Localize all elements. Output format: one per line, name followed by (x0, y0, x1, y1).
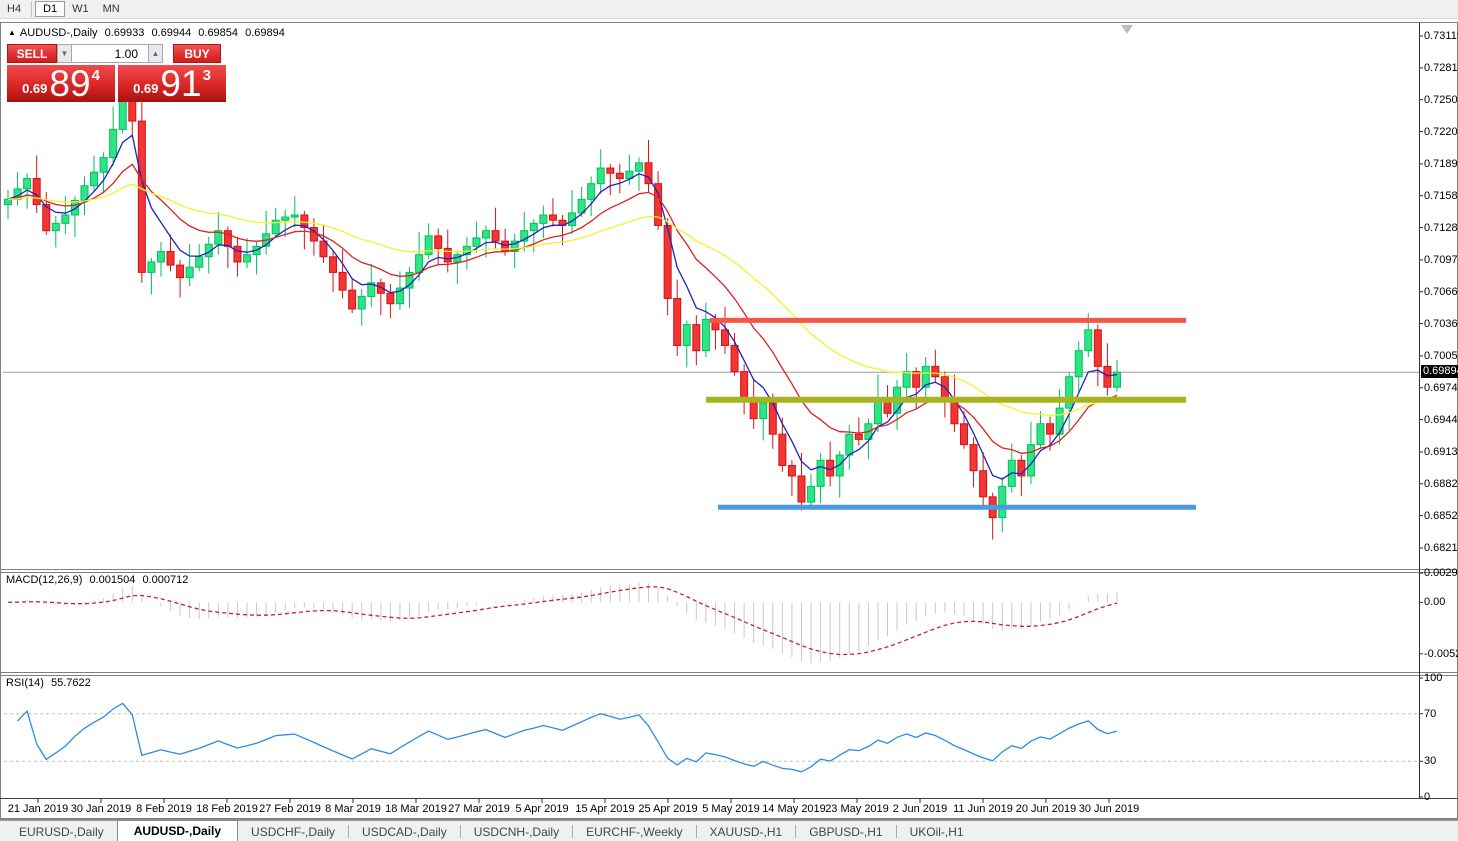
chart-canvas[interactable] (0, 0, 1458, 841)
tab-usdcnh-daily[interactable]: USDCNH-,Daily (461, 822, 572, 841)
date-axis-label: 30 Jun 2019 (1072, 803, 1146, 815)
window-borders (0, 23, 1458, 820)
rsi-axis-label: 30 (1424, 755, 1436, 767)
volume-decrease-button[interactable]: ▼ (57, 44, 72, 63)
timeframe-button-h4[interactable]: H4 (0, 1, 28, 17)
symbol-label: AUDUSD-,Daily (20, 27, 98, 39)
sell-price-big: 89 (49, 69, 90, 99)
tab-gbpusd-h1[interactable]: GBPUSD-,H1 (796, 822, 895, 841)
price-axis-label: 0.72505 (1424, 94, 1458, 106)
rsi-label: RSI(14) 55.7622 (6, 677, 95, 689)
price-axis-label: 0.72200 (1424, 126, 1458, 138)
rsi-axis-label: 70 (1424, 708, 1436, 720)
sell-price-prefix: 0.69 (22, 81, 47, 96)
quote-open: 0.69933 (105, 27, 145, 39)
timeframe-button-d1[interactable]: D1 (35, 1, 65, 17)
timeframe-button-mn[interactable]: MN (96, 1, 127, 17)
chart-title: ▲ AUDUSD-,Daily 0.69933 0.69944 0.69854 0… (8, 27, 289, 39)
macd-axis-label: 0.002984 (1424, 567, 1458, 579)
buy-price-big: 91 (160, 69, 201, 99)
tab-ukoil-h1[interactable]: UKOil-,H1 (897, 822, 977, 841)
quote-close: 0.69894 (245, 27, 285, 39)
price-axis-label: 0.71585 (1424, 190, 1458, 202)
macd-axis-label: 0.00 (1424, 596, 1445, 608)
tab-xauusd-h1[interactable]: XAUUSD-,H1 (697, 822, 796, 841)
buy-price-box[interactable]: 0.69 91 3 (118, 65, 226, 102)
sell-price-box[interactable]: 0.69 89 4 (7, 65, 115, 102)
macd-axis-label: -0.00525 (1424, 648, 1458, 660)
price-axis-label: 0.71280 (1424, 222, 1458, 234)
price-axis-label: 0.69130 (1424, 446, 1458, 458)
timeframe-button-w1[interactable]: W1 (65, 1, 96, 17)
price-axis-label: 0.70970 (1424, 254, 1458, 266)
macd-signal-value: 0.000712 (142, 574, 188, 586)
rsi-value: 55.7622 (51, 677, 91, 689)
buy-button[interactable]: BUY (173, 44, 221, 63)
rsi-axis-label: 0 (1424, 791, 1430, 803)
timeframe-toolbar: H4 D1W1MN (0, 0, 1458, 19)
quote-low: 0.69854 (198, 27, 238, 39)
trading-platform-window: H4 D1W1MN ▲ AUDUSD-,Daily 0.69933 0.69944 … (0, 0, 1458, 841)
tab-audusd-daily[interactable]: AUDUSD-,Daily (117, 820, 238, 841)
price-axis-label: 0.68825 (1424, 478, 1458, 490)
price-axis-label: 0.69440 (1424, 414, 1458, 426)
buy-price-prefix: 0.69 (133, 81, 158, 96)
tab-eurusd-daily[interactable]: EURUSD-,Daily (6, 822, 117, 841)
collapse-triangle-icon[interactable]: ▲ (8, 28, 16, 37)
price-axis-label: 0.70050 (1424, 350, 1458, 362)
chart-tabs-bar: EURUSD-,DailyAUDUSD-,DailyUSDCHF-,DailyU… (0, 820, 1458, 841)
rsi-name: RSI(14) (6, 677, 44, 689)
price-axis-label: 0.70665 (1424, 286, 1458, 298)
bar-shift-marker-icon[interactable] (1121, 25, 1133, 34)
sell-button[interactable]: SELL (7, 44, 57, 63)
axis-ticks (38, 36, 1423, 803)
macd-label: MACD(12,26,9) 0.001504 0.000712 (6, 574, 192, 586)
quote-high: 0.69944 (151, 27, 191, 39)
buy-price-pip: 3 (203, 67, 211, 84)
tab-usdchf-daily[interactable]: USDCHF-,Daily (238, 822, 348, 841)
price-axis-label: 0.73115 (1424, 30, 1458, 42)
volume-increase-button[interactable]: ▲ (148, 44, 163, 63)
current-price-tag: 0.69894 (1421, 365, 1458, 378)
sell-price-pip: 4 (92, 67, 100, 84)
volume-input[interactable] (72, 44, 148, 63)
price-axis-label: 0.68210 (1424, 542, 1458, 554)
moving-average-5 (8, 135, 1117, 479)
toolbar-separator (31, 1, 32, 17)
macd-main-value: 0.001504 (89, 574, 135, 586)
rsi-axis-label: 100 (1424, 672, 1442, 684)
price-axis-label: 0.70360 (1424, 318, 1458, 330)
candles (5, 88, 1121, 540)
macd-name: MACD(12,26,9) (6, 574, 82, 586)
price-axis-label: 0.69745 (1424, 382, 1458, 394)
price-axis-label: 0.71890 (1424, 158, 1458, 170)
price-axis-label: 0.68520 (1424, 510, 1458, 522)
one-click-trading-panel: SELL ▼ ▲ BUY 0.69 89 4 0.69 91 3 (7, 44, 226, 102)
tab-usdcad-daily[interactable]: USDCAD-,Daily (349, 822, 460, 841)
tab-eurchf-weekly[interactable]: EURCHF-,Weekly (573, 822, 695, 841)
price-axis-label: 0.72810 (1424, 62, 1458, 74)
macd-histogram (8, 582, 1117, 663)
